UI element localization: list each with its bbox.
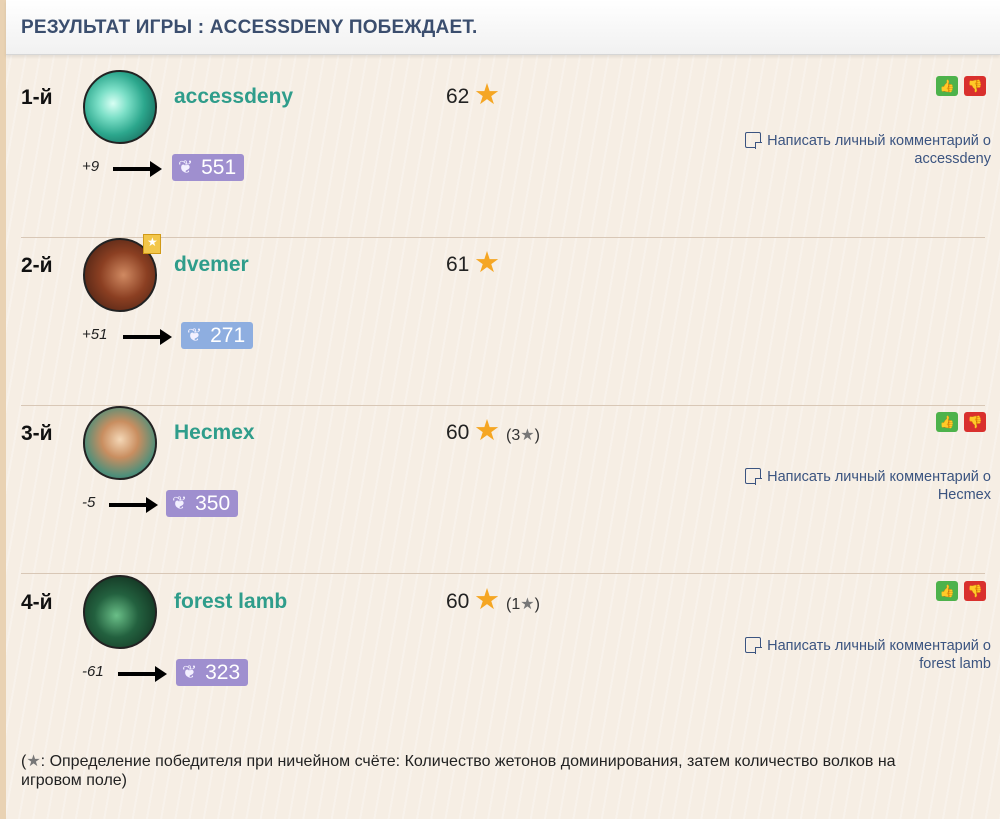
score-value: 61 <box>446 253 470 276</box>
page-title: РЕЗУЛЬТАТ ИГРЫ : ACCESSDENY ПОБЕЖДАЕТ. <box>21 17 478 38</box>
note-icon <box>745 637 763 654</box>
thumbs-down-icon[interactable]: 👎 <box>964 412 986 432</box>
player-row: 3-й Hecmex 60 ★ (3★) 👍 👎 Написать личный… <box>21 406 991 574</box>
private-comment-link[interactable]: Написать личный комментарий о accessdeny <box>601 132 991 168</box>
private-comment-link[interactable]: Написать личный комментарий о Hecmex <box>601 468 991 504</box>
elo-value: 271 <box>210 324 246 347</box>
avatar[interactable] <box>83 406 157 480</box>
elo-badge: ❦ 323 <box>176 659 249 686</box>
grey-star-icon: ★ <box>520 427 535 444</box>
premium-badge-icon <box>143 234 161 254</box>
laurel-icon: ❦ <box>172 493 188 513</box>
player-row: 4-й forest lamb 60 ★ (1★) 👍 👎 Написать л… <box>21 575 991 743</box>
elo-badge: ❦ 350 <box>166 490 239 517</box>
star-icon: ★ <box>474 584 500 616</box>
comment-link-player: Hecmex <box>937 487 991 503</box>
elo-value: 350 <box>195 492 231 515</box>
tiebreak-value: (1★) <box>506 594 540 614</box>
tiebreak-close: ) <box>534 427 540 444</box>
right-arrow-icon <box>118 666 167 682</box>
star-icon: ★ <box>474 247 500 279</box>
thumbs-down-icon[interactable]: 👎 <box>964 581 986 601</box>
player-name-link[interactable]: Hecmex <box>174 421 255 445</box>
elo-delta: +9 <box>82 158 100 175</box>
player-name-link[interactable]: accessdeny <box>174 85 293 109</box>
grey-star-icon: ★ <box>520 596 535 613</box>
comment-link-text: Написать личный комментарий о <box>767 469 991 485</box>
note-icon <box>745 132 763 149</box>
comment-link-text: Написать личный комментарий о <box>767 133 991 149</box>
private-comment-link[interactable]: Написать личный комментарий о forest lam… <box>601 637 991 673</box>
thumbs-up-icon[interactable]: 👍 <box>936 412 958 432</box>
score-value: 60 <box>446 590 470 613</box>
grey-star-icon: ★ <box>26 753 41 770</box>
rank-label: 1-й <box>21 86 53 109</box>
note-icon <box>745 468 763 485</box>
results-header: РЕЗУЛЬТАТ ИГРЫ : ACCESSDENY ПОБЕЖДАЕТ. <box>6 0 1000 55</box>
elo-delta: -5 <box>82 494 96 511</box>
elo-value: 551 <box>201 156 237 179</box>
player-name-link[interactable]: dvemer <box>174 253 249 277</box>
player-row: 1-й accessdeny 62 ★ 👍 👎 Написать личный … <box>21 70 991 238</box>
comment-link-player: accessdeny <box>914 151 991 167</box>
star-icon: ★ <box>474 415 500 447</box>
elo-badge: ❦ 271 <box>181 322 254 349</box>
elo-delta: +51 <box>82 326 108 343</box>
right-arrow-icon <box>123 329 172 345</box>
avatar[interactable] <box>83 575 157 649</box>
player-row: 2-й dvemer 61 ★ +51 ❦ 271 <box>21 234 985 406</box>
rank-label: 4-й <box>21 591 53 614</box>
comment-link-text: Написать личный комментарий о <box>767 638 991 654</box>
tiebreak-footnote: (★: Определение победителя при ничейном … <box>21 752 951 790</box>
right-arrow-icon <box>113 161 162 177</box>
laurel-icon: ❦ <box>178 157 194 177</box>
footnote-text: : Определение победителя при ничейном сч… <box>21 753 896 789</box>
results-panel: РЕЗУЛЬТАТ ИГРЫ : ACCESSDENY ПОБЕЖДАЕТ. 1… <box>6 0 1000 819</box>
avatar[interactable] <box>83 70 157 144</box>
star-icon: ★ <box>474 79 500 111</box>
tiebreak-open: (3 <box>506 427 521 444</box>
laurel-icon: ❦ <box>187 325 203 345</box>
tiebreak-open: (1 <box>506 596 521 613</box>
rank-label: 3-й <box>21 422 53 445</box>
score-value: 62 <box>446 85 470 108</box>
score-value: 60 <box>446 421 470 444</box>
elo-badge: ❦ 551 <box>172 154 245 181</box>
tiebreak-value: (3★) <box>506 425 540 445</box>
comment-link-player: forest lamb <box>919 656 991 672</box>
laurel-icon: ❦ <box>182 662 198 682</box>
thumbs-up-icon[interactable]: 👍 <box>936 76 958 96</box>
thumbs-up-icon[interactable]: 👍 <box>936 581 958 601</box>
player-name-link[interactable]: forest lamb <box>174 590 287 614</box>
rank-label: 2-й <box>21 254 53 277</box>
tiebreak-close: ) <box>534 596 540 613</box>
thumbs-down-icon[interactable]: 👎 <box>964 76 986 96</box>
right-arrow-icon <box>109 497 158 513</box>
elo-value: 323 <box>205 661 241 684</box>
elo-delta: -61 <box>82 663 104 680</box>
